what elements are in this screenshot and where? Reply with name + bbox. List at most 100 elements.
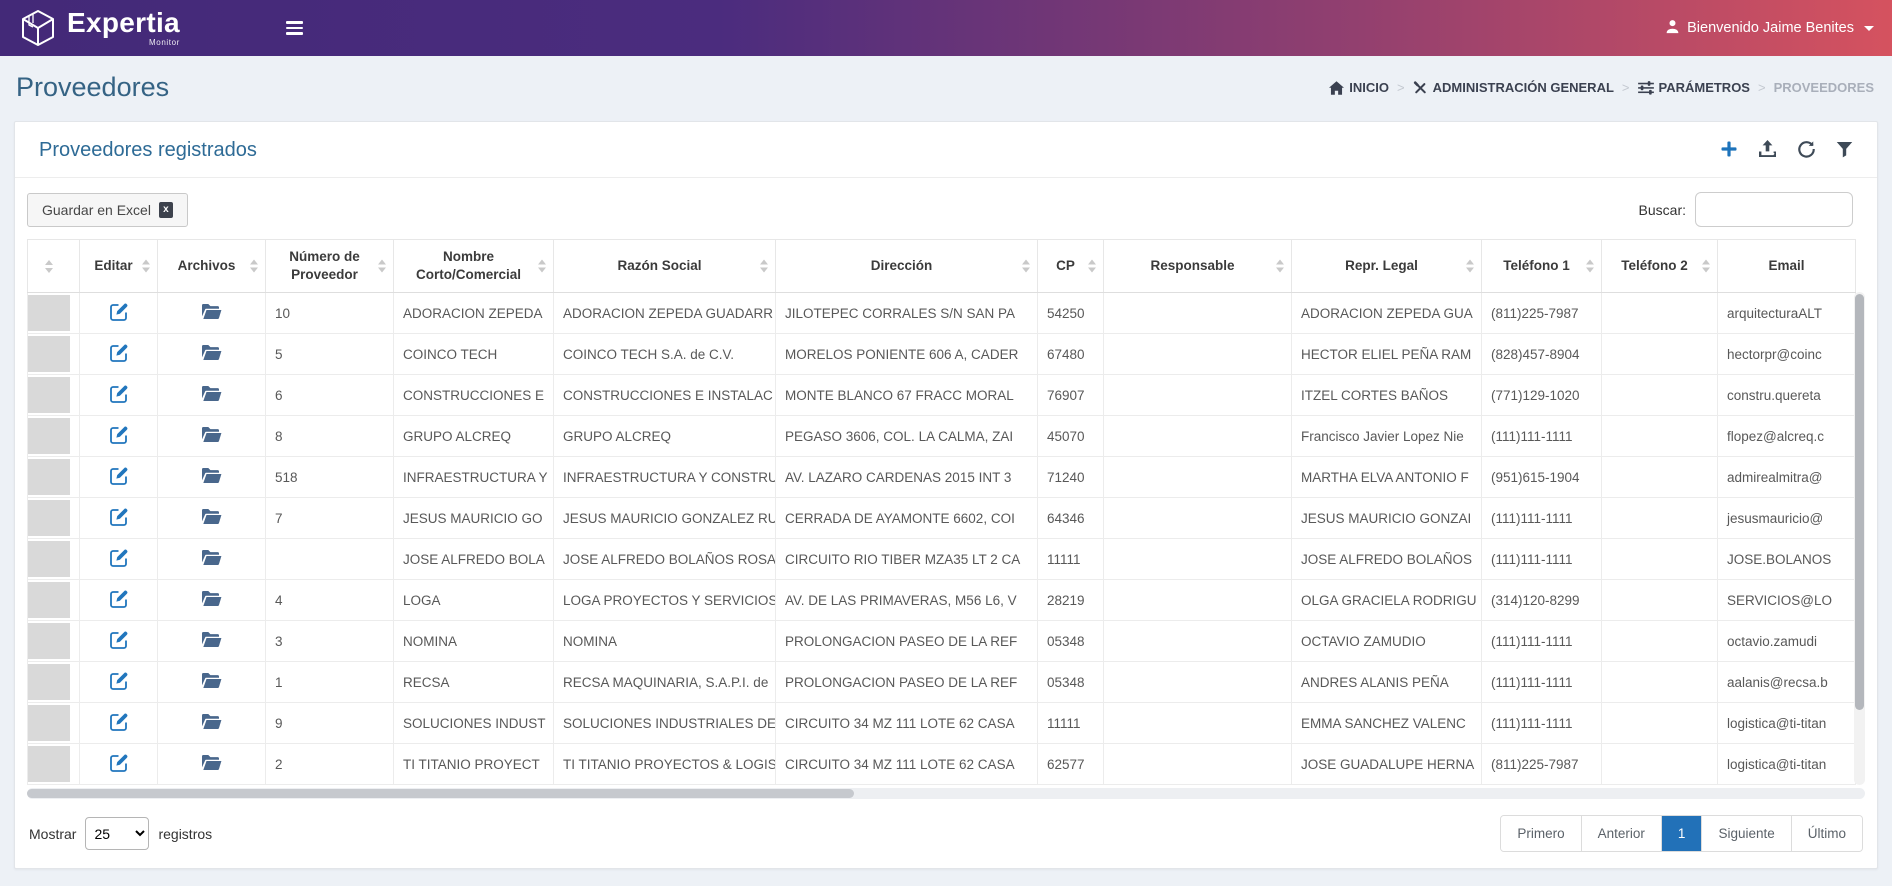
- pagination-siguiente[interactable]: Siguiente: [1702, 816, 1792, 851]
- vertical-scrollbar[interactable]: [1854, 292, 1865, 785]
- edit-button[interactable]: [109, 589, 129, 609]
- page-size-select[interactable]: 25: [85, 817, 150, 850]
- column-header-edit[interactable]: Editar: [79, 239, 158, 293]
- edit-button[interactable]: [109, 548, 129, 568]
- row-drag-handle[interactable]: [27, 661, 80, 703]
- edit-button[interactable]: [109, 507, 129, 527]
- edit-button[interactable]: [109, 630, 129, 650]
- edit-button[interactable]: [109, 753, 129, 773]
- cell-files: [157, 333, 266, 375]
- row-drag-handle[interactable]: [27, 538, 80, 580]
- column-header-repr[interactable]: Repr. Legal: [1291, 239, 1482, 293]
- breadcrumb-item[interactable]: ADMINISTRACIÓN GENERAL: [1413, 80, 1614, 95]
- row-drag-handle[interactable]: [27, 415, 80, 457]
- cell-files: [157, 292, 266, 334]
- edit-button[interactable]: [109, 425, 129, 445]
- cell-responsable: [1103, 456, 1292, 498]
- cell-cp: 05348: [1037, 620, 1104, 662]
- cell-responsable: [1103, 292, 1292, 334]
- edit-button[interactable]: [109, 712, 129, 732]
- refresh-button[interactable]: [1797, 140, 1816, 161]
- cell-tel2: [1601, 743, 1718, 785]
- column-header-numero[interactable]: Número de Proveedor: [265, 239, 394, 293]
- cell-tel2: [1601, 620, 1718, 662]
- row-drag-handle[interactable]: [27, 497, 80, 539]
- row-drag-handle[interactable]: [27, 743, 80, 785]
- files-folder-button[interactable]: [201, 303, 222, 320]
- edit-button[interactable]: [109, 671, 129, 691]
- edit-button[interactable]: [109, 466, 129, 486]
- edit-button[interactable]: [109, 302, 129, 322]
- filter-button[interactable]: [1836, 141, 1853, 161]
- files-folder-button[interactable]: [201, 631, 222, 648]
- pagination-1[interactable]: 1: [1661, 816, 1703, 851]
- cell-tel2: [1601, 497, 1718, 539]
- row-drag-handle[interactable]: [27, 292, 80, 334]
- cell-numero: 10: [265, 292, 394, 334]
- column-header-razon[interactable]: Razón Social: [553, 239, 776, 293]
- row-drag-handle[interactable]: [27, 702, 80, 744]
- cell-razon: NOMINA: [553, 620, 776, 662]
- files-folder-button[interactable]: [201, 467, 222, 484]
- files-folder-button[interactable]: [201, 672, 222, 689]
- horizontal-scrollbar[interactable]: [27, 788, 1865, 799]
- add-provider-button[interactable]: [1720, 140, 1738, 161]
- search-input[interactable]: [1695, 192, 1853, 227]
- pagination-primero[interactable]: Primero: [1501, 816, 1582, 851]
- cell-cp: 67480: [1037, 333, 1104, 375]
- cell-responsable: [1103, 702, 1292, 744]
- cell-email: logistica@ti-titan: [1717, 743, 1856, 785]
- cell-razon: RECSA MAQUINARIA, S.A.P.I. de: [553, 661, 776, 703]
- cell-numero: 7: [265, 497, 394, 539]
- cell-nombre: SOLUCIONES INDUST: [393, 702, 554, 744]
- column-header-tel1[interactable]: Teléfono 1: [1481, 239, 1602, 293]
- files-folder-button[interactable]: [201, 344, 222, 361]
- brand-logo[interactable]: Expertia Monitor: [0, 9, 280, 47]
- files-folder-button[interactable]: [201, 508, 222, 525]
- files-folder-button[interactable]: [201, 590, 222, 607]
- upload-button[interactable]: [1758, 140, 1777, 161]
- cell-numero: 9: [265, 702, 394, 744]
- row-drag-handle[interactable]: [27, 456, 80, 498]
- column-header-responsable[interactable]: Responsable: [1103, 239, 1292, 293]
- cell-responsable: [1103, 497, 1292, 539]
- edit-button[interactable]: [109, 343, 129, 363]
- pagination-anterior[interactable]: Anterior: [1581, 816, 1662, 851]
- user-menu[interactable]: Bienvenido Jaime Benites: [1665, 19, 1874, 38]
- files-folder-button[interactable]: [201, 426, 222, 443]
- cell-tel1: (111)111-1111: [1481, 620, 1602, 662]
- edit-button[interactable]: [109, 384, 129, 404]
- row-drag-handle[interactable]: [27, 333, 80, 375]
- page-length-control: Mostrar 25 registros: [29, 817, 212, 850]
- column-header-tel2[interactable]: Teléfono 2: [1601, 239, 1718, 293]
- breadcrumb-item[interactable]: INICIO: [1329, 80, 1389, 95]
- column-header-nombre[interactable]: Nombre Corto/Comercial: [393, 239, 554, 293]
- row-drag-handle[interactable]: [27, 579, 80, 621]
- table-toolbar: Guardar en Excel x Buscar:: [15, 178, 1877, 239]
- files-folder-button[interactable]: [201, 754, 222, 771]
- column-header-files[interactable]: Archivos: [157, 239, 266, 293]
- files-folder-button[interactable]: [201, 549, 222, 566]
- column-header-cp[interactable]: CP: [1037, 239, 1104, 293]
- breadcrumb-item[interactable]: PARÁMETROS: [1637, 80, 1750, 95]
- horizontal-scrollbar-thumb[interactable]: [27, 789, 855, 798]
- sliders-icon: [1637, 80, 1654, 95]
- column-header-direccion[interactable]: Dirección: [775, 239, 1038, 293]
- files-folder-button[interactable]: [201, 713, 222, 730]
- column-header-handle[interactable]: [27, 239, 80, 293]
- breadcrumb-label: INICIO: [1349, 80, 1390, 95]
- export-excel-button[interactable]: Guardar en Excel x: [27, 192, 188, 227]
- cell-repr: ITZEL CORTES BAÑOS: [1291, 374, 1482, 416]
- menu-toggle-button[interactable]: [280, 15, 309, 41]
- breadcrumb-label: ADMINISTRACIÓN GENERAL: [1432, 80, 1614, 95]
- files-folder-button[interactable]: [201, 385, 222, 402]
- cell-tel1: (314)120-8299: [1481, 579, 1602, 621]
- row-drag-handle[interactable]: [27, 620, 80, 662]
- cell-edit: [79, 620, 158, 662]
- provider-row: 10 ADORACION ZEPEDA ADORACION ZEPEDA GUADA…: [27, 292, 1856, 334]
- cell-email: logistica@ti-titan: [1717, 702, 1856, 744]
- pagination-ultimo[interactable]: Último: [1791, 816, 1862, 851]
- row-drag-handle[interactable]: [27, 374, 80, 416]
- cell-tel2: [1601, 292, 1718, 334]
- vertical-scrollbar-thumb[interactable]: [1855, 294, 1864, 710]
